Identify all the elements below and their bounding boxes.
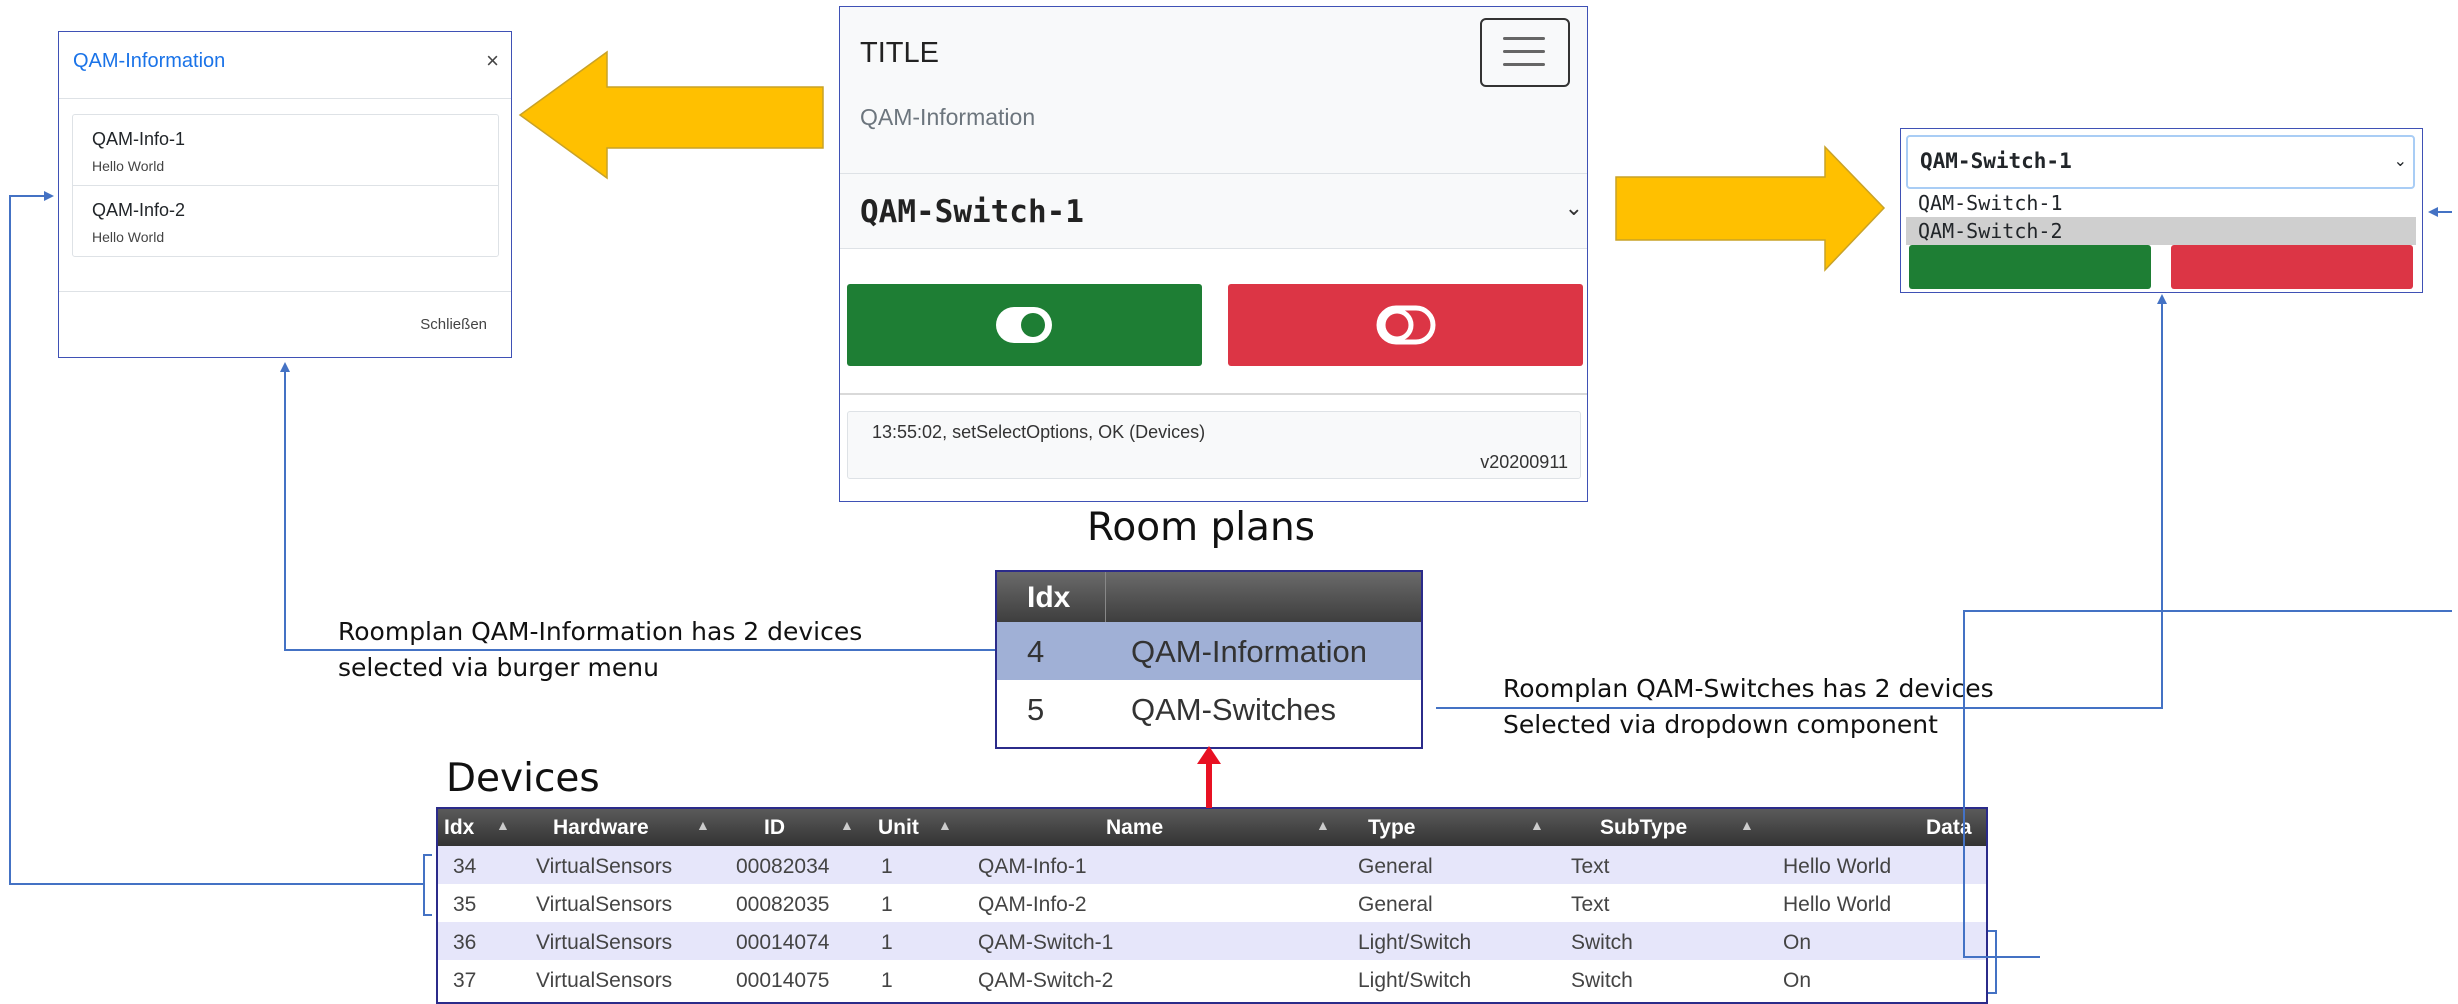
connector-line	[9, 191, 424, 885]
connector-line	[280, 362, 995, 651]
bracket-left	[423, 854, 432, 916]
connector-overlay	[9, 50, 2452, 994]
bracket-right	[1988, 930, 1997, 994]
connector-line	[1963, 610, 2452, 958]
yellow-arrow-right	[1615, 145, 1886, 272]
yellow-arrow-left	[518, 50, 824, 180]
red-arrowhead	[1197, 746, 1221, 764]
connector-line	[1436, 294, 2167, 709]
